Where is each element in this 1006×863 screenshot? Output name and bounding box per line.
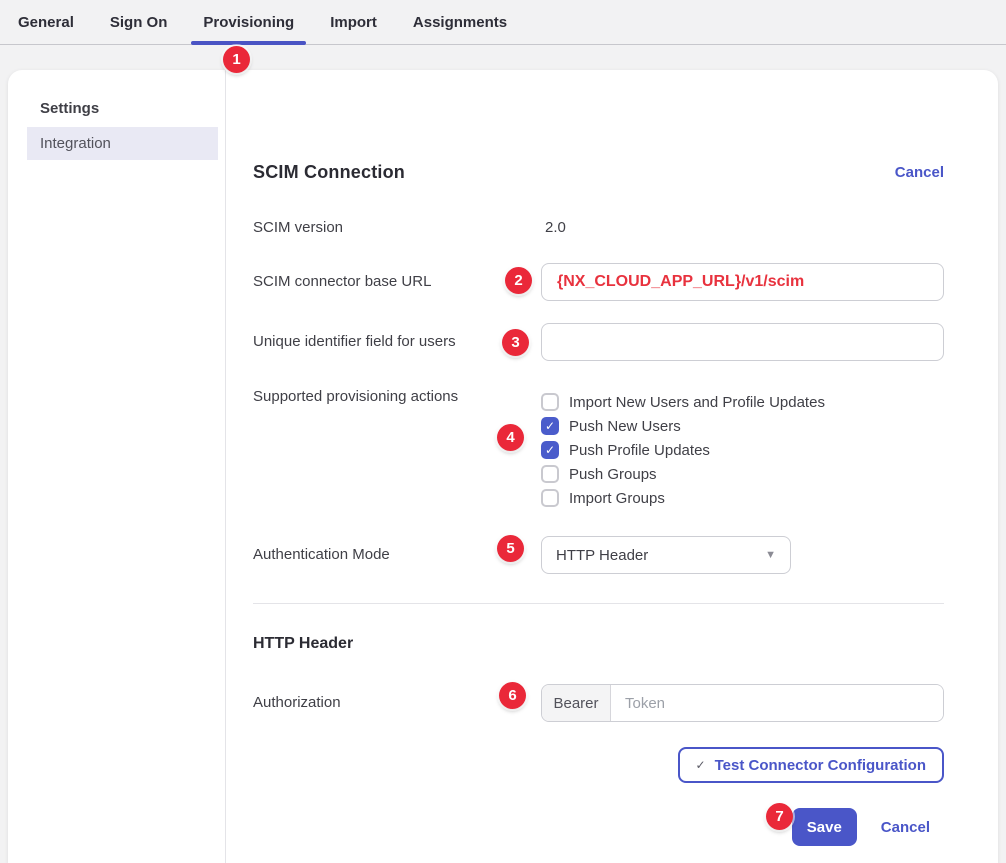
cancel-link-bottom[interactable]: Cancel — [881, 819, 930, 836]
provisioning-card: Settings Integration SCIM Connection Can… — [8, 70, 998, 863]
provisioning-actions-label: Supported provisioning actions — [253, 388, 541, 510]
settings-sidebar: Settings Integration — [8, 70, 226, 863]
checkbox-icon[interactable] — [541, 417, 559, 435]
http-header-section-title: HTTP Header — [253, 635, 944, 653]
test-connector-button[interactable]: ✓ Test Connector Configuration — [678, 747, 944, 783]
checkbox-label: Import New Users and Profile Updates — [569, 394, 825, 411]
auth-mode-value: HTTP Header — [556, 547, 648, 564]
step-badge-4: 4 — [497, 424, 524, 451]
unique-id-input[interactable] — [541, 323, 944, 361]
checkbox-import-new-users[interactable]: Import New Users and Profile Updates — [541, 390, 944, 414]
checkbox-import-groups[interactable]: Import Groups — [541, 486, 944, 510]
bearer-prefix: Bearer — [542, 685, 611, 721]
checkbox-label: Push Groups — [569, 466, 657, 483]
tab-assignments[interactable]: Assignments — [395, 0, 525, 44]
step-badge-7: 7 — [766, 803, 793, 830]
tab-import[interactable]: Import — [312, 0, 395, 44]
check-icon: ✓ — [696, 758, 706, 772]
page-title: SCIM Connection — [253, 162, 405, 183]
checkbox-icon[interactable] — [541, 393, 559, 411]
checkbox-icon[interactable] — [541, 489, 559, 507]
cancel-link-top[interactable]: Cancel — [895, 164, 944, 181]
checkbox-icon[interactable] — [541, 441, 559, 459]
step-badge-1: 1 — [223, 46, 250, 73]
step-badge-3: 3 — [502, 329, 529, 356]
base-url-label: SCIM connector base URL — [253, 263, 541, 301]
unique-id-label: Unique identifier field for users — [253, 323, 541, 361]
test-connector-label: Test Connector Configuration — [715, 757, 926, 774]
step-badge-2: 2 — [505, 267, 532, 294]
step-badge-5: 5 — [497, 535, 524, 562]
scim-version-value: 2.0 — [541, 219, 944, 236]
sidebar-section-label: Settings — [40, 100, 225, 117]
token-input[interactable] — [611, 685, 943, 721]
checkbox-push-new-users[interactable]: Push New Users — [541, 414, 944, 438]
tab-general[interactable]: General — [0, 0, 92, 44]
section-divider — [253, 603, 944, 604]
checkbox-label: Import Groups — [569, 490, 665, 507]
authorization-input-group: Bearer — [541, 684, 944, 722]
base-url-input[interactable] — [541, 263, 944, 301]
checkbox-label: Push New Users — [569, 418, 681, 435]
tab-provisioning[interactable]: Provisioning — [185, 0, 312, 44]
scim-version-label: SCIM version — [253, 219, 541, 236]
chevron-down-icon: ▼ — [765, 549, 776, 561]
sidebar-item-integration[interactable]: Integration — [27, 127, 218, 160]
checkbox-label: Push Profile Updates — [569, 442, 710, 459]
authorization-label: Authorization — [253, 684, 541, 722]
auth-mode-select[interactable]: HTTP Header ▼ — [541, 536, 791, 574]
app-tabbar: General Sign On Provisioning Import Assi… — [0, 0, 1006, 45]
scim-form-area: SCIM Connection Cancel SCIM version 2.0 … — [226, 70, 998, 863]
checkbox-push-profile-updates[interactable]: Push Profile Updates — [541, 438, 944, 462]
save-button[interactable]: Save — [792, 808, 857, 846]
checkbox-icon[interactable] — [541, 465, 559, 483]
checkbox-push-groups[interactable]: Push Groups — [541, 462, 944, 486]
step-badge-6: 6 — [499, 682, 526, 709]
tab-sign-on[interactable]: Sign On — [92, 0, 186, 44]
